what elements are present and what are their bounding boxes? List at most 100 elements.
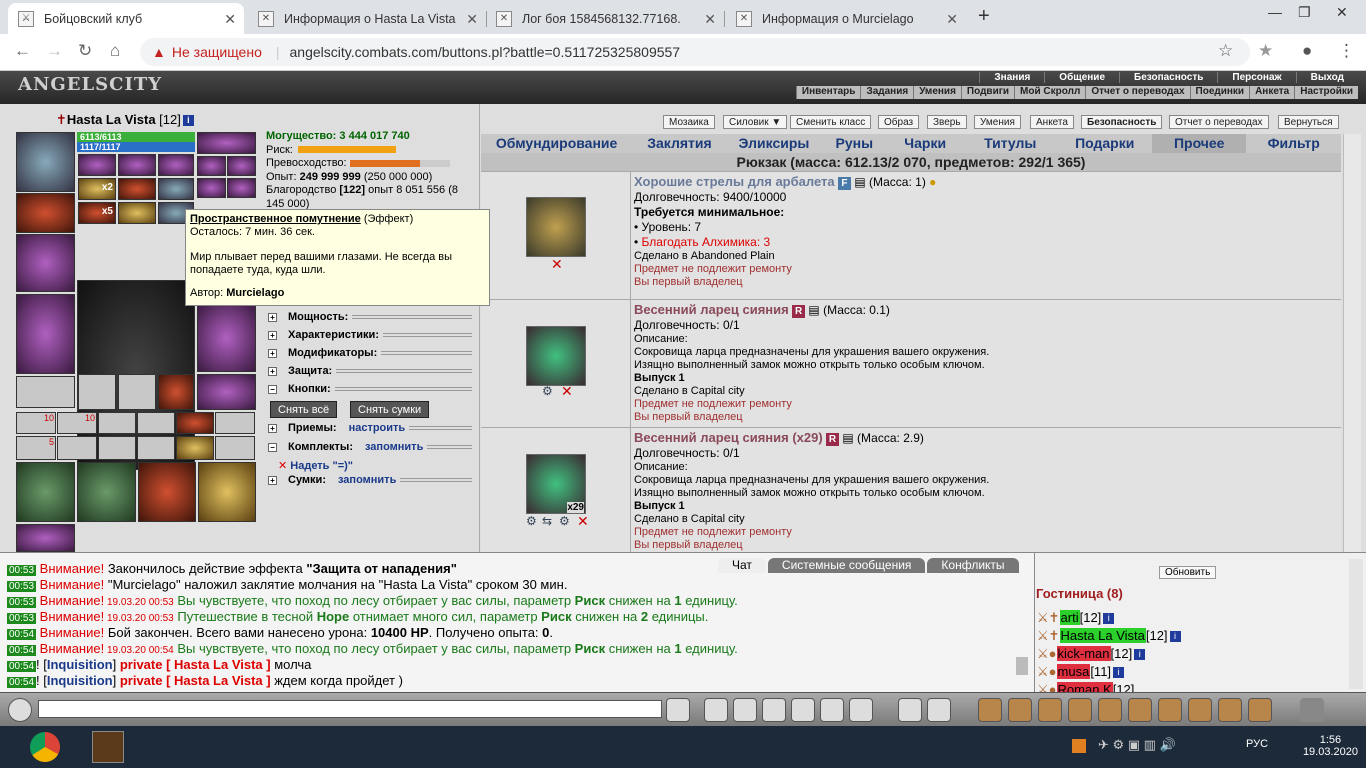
mask-icon[interactable] — [1068, 698, 1092, 722]
language-indicator[interactable]: РУС — [1246, 738, 1268, 750]
url-input[interactable]: ▲ Не защищено | angelscity.combats.com/b… — [140, 38, 1250, 66]
transfers-button[interactable]: Отчет о переводах — [1169, 115, 1269, 129]
menu-character[interactable]: Персонаж — [1217, 72, 1295, 83]
change-class-button[interactable]: Сменить класс — [790, 115, 872, 129]
menu-exit[interactable]: Выход — [1295, 72, 1358, 83]
user-list-item[interactable]: ⚔●kick-man[12] i — [1037, 646, 1146, 662]
user-list-item[interactable]: ⚔✝Hasta La Vista[12] i — [1037, 628, 1181, 644]
section-power[interactable]: + Мощность: — [268, 311, 476, 323]
remove-bags-button[interactable]: Снять сумки — [350, 401, 430, 418]
submenu-quests[interactable]: Задания — [860, 86, 913, 99]
belt-slot[interactable] — [16, 376, 75, 408]
chat-scrollbar[interactable] — [1016, 657, 1028, 675]
tab-charms[interactable]: Чарки — [887, 134, 963, 153]
bag-slot[interactable] — [198, 462, 256, 522]
delete-icon[interactable]: ✕ — [577, 513, 589, 530]
close-icon[interactable]: ✕ — [224, 11, 236, 28]
close-window-button[interactable]: ✕ — [1336, 4, 1348, 21]
menu-security[interactable]: Безопасность — [1119, 72, 1217, 83]
back-arrow-icon[interactable]: ← — [14, 41, 31, 61]
forward-arrow-icon[interactable]: → — [46, 41, 63, 61]
scroll-slot[interactable] — [57, 436, 97, 460]
tab-equipment[interactable]: Обмундирование — [481, 134, 632, 153]
helmet-slot[interactable] — [16, 132, 75, 192]
close-icon[interactable]: ✕ — [946, 11, 958, 28]
split-icon[interactable]: ⇆ — [542, 514, 552, 528]
scroll-slot[interactable]: 10 — [57, 412, 97, 434]
tab-chat[interactable]: Чат — [718, 558, 766, 573]
people-icon[interactable] — [1188, 698, 1212, 722]
scroll-icon[interactable] — [1098, 698, 1122, 722]
section-buttons[interactable]: − Кнопки: — [268, 383, 476, 395]
filter-icon[interactable] — [733, 698, 757, 722]
save-icon[interactable] — [762, 698, 786, 722]
user-list-item[interactable]: ⚔●Roman K[12] — [1037, 682, 1134, 692]
image-button[interactable]: Образ — [878, 115, 920, 129]
translit-icon[interactable] — [820, 698, 844, 722]
sets-link[interactable]: запомнить — [365, 441, 423, 453]
shield-slot[interactable] — [197, 304, 256, 372]
ring-slot[interactable] — [78, 154, 116, 176]
puzzle-icon[interactable] — [1300, 698, 1324, 722]
chrome-icon[interactable] — [30, 732, 60, 762]
armor-slot[interactable] — [16, 294, 75, 374]
tab-fight-club[interactable]: ⚔ Бойцовский клуб ✕ — [8, 3, 244, 34]
bag-icon[interactable] — [1038, 698, 1062, 722]
slot-small[interactable] — [118, 374, 156, 410]
chat-input[interactable] — [38, 700, 662, 718]
submenu-feats[interactable]: Подвиги — [960, 86, 1014, 99]
fight-icon[interactable] — [1008, 698, 1032, 722]
security-label[interactable]: Не защищено — [172, 44, 262, 60]
effect-icon[interactable] — [158, 178, 194, 200]
tab-system-messages[interactable]: Системные сообщения — [767, 558, 926, 573]
security-button[interactable]: Безопасность — [1081, 115, 1163, 129]
tab-filter[interactable]: Фильтр — [1246, 134, 1341, 153]
character-name[interactable]: ✝Hasta La Vista [12] i — [56, 112, 194, 128]
slot-small[interactable] — [78, 374, 116, 410]
user-list-item[interactable]: ⚔✝arti[12] i — [1037, 610, 1115, 626]
scroll-slot[interactable]: 5 — [16, 436, 56, 460]
class-select[interactable]: Силовик ▼ — [723, 115, 788, 129]
tab-elixirs[interactable]: Эликсиры — [727, 134, 822, 153]
wear-set-item[interactable]: ✕ Надеть "=)" — [278, 459, 353, 472]
refresh-button[interactable]: Обновить — [1159, 566, 1217, 579]
scroll-slot[interactable] — [176, 412, 214, 434]
smile-icon[interactable] — [8, 698, 32, 722]
eraser-icon[interactable] — [704, 698, 728, 722]
minimize-button[interactable]: — — [1268, 4, 1282, 20]
user-list-item[interactable]: ⚔●musa[11] i — [1037, 664, 1125, 680]
ring-slot[interactable] — [118, 154, 156, 176]
slot-small[interactable] — [158, 374, 194, 410]
bag-slot[interactable] — [16, 524, 75, 552]
tab-battle-log[interactable]: ✕ Лог боя 1584568132.77168. ✕ — [486, 3, 725, 34]
amulet-slot[interactable] — [197, 132, 256, 154]
tab-titles[interactable]: Титулы — [963, 134, 1058, 153]
tab-other[interactable]: Прочее — [1151, 134, 1247, 153]
effect-icon[interactable]: x5 — [78, 202, 116, 224]
chest-icon[interactable] — [526, 326, 586, 386]
tray-icons[interactable]: ✈ ⚙ ▣ ▥ 🔊 — [1098, 737, 1176, 753]
location-icon[interactable] — [978, 698, 1002, 722]
paw-icon[interactable] — [1218, 698, 1242, 722]
menu-communication[interactable]: Общение — [1044, 72, 1119, 83]
tab-runes[interactable]: Руны — [821, 134, 887, 153]
gear-icon[interactable]: ⚙ — [542, 384, 553, 398]
tab-conflicts[interactable]: Конфликты — [927, 558, 1019, 573]
close-icon[interactable]: ✕ — [704, 11, 716, 28]
bag-slot[interactable] — [138, 462, 196, 522]
bags-link[interactable]: запомнить — [338, 474, 396, 486]
arrows-icon[interactable] — [526, 197, 586, 257]
boots-slot[interactable] — [197, 374, 256, 410]
new-tab-button[interactable]: + — [978, 5, 990, 28]
effect-icon[interactable] — [118, 178, 156, 200]
tab-spells[interactable]: Заклятия — [632, 134, 727, 153]
scroll-slot[interactable] — [215, 436, 255, 460]
restore-button[interactable]: ❐ — [1298, 4, 1311, 21]
ring-slot[interactable] — [158, 154, 194, 176]
mosaic-button[interactable]: Мозаика — [663, 115, 715, 129]
pet-button[interactable]: Зверь — [927, 115, 967, 129]
slot-small[interactable] — [227, 156, 256, 176]
users-scrollbar[interactable] — [1349, 559, 1363, 689]
section-tricks[interactable]: + Приемы: настроить — [268, 422, 476, 434]
delete-icon[interactable]: ✕ — [278, 460, 287, 472]
